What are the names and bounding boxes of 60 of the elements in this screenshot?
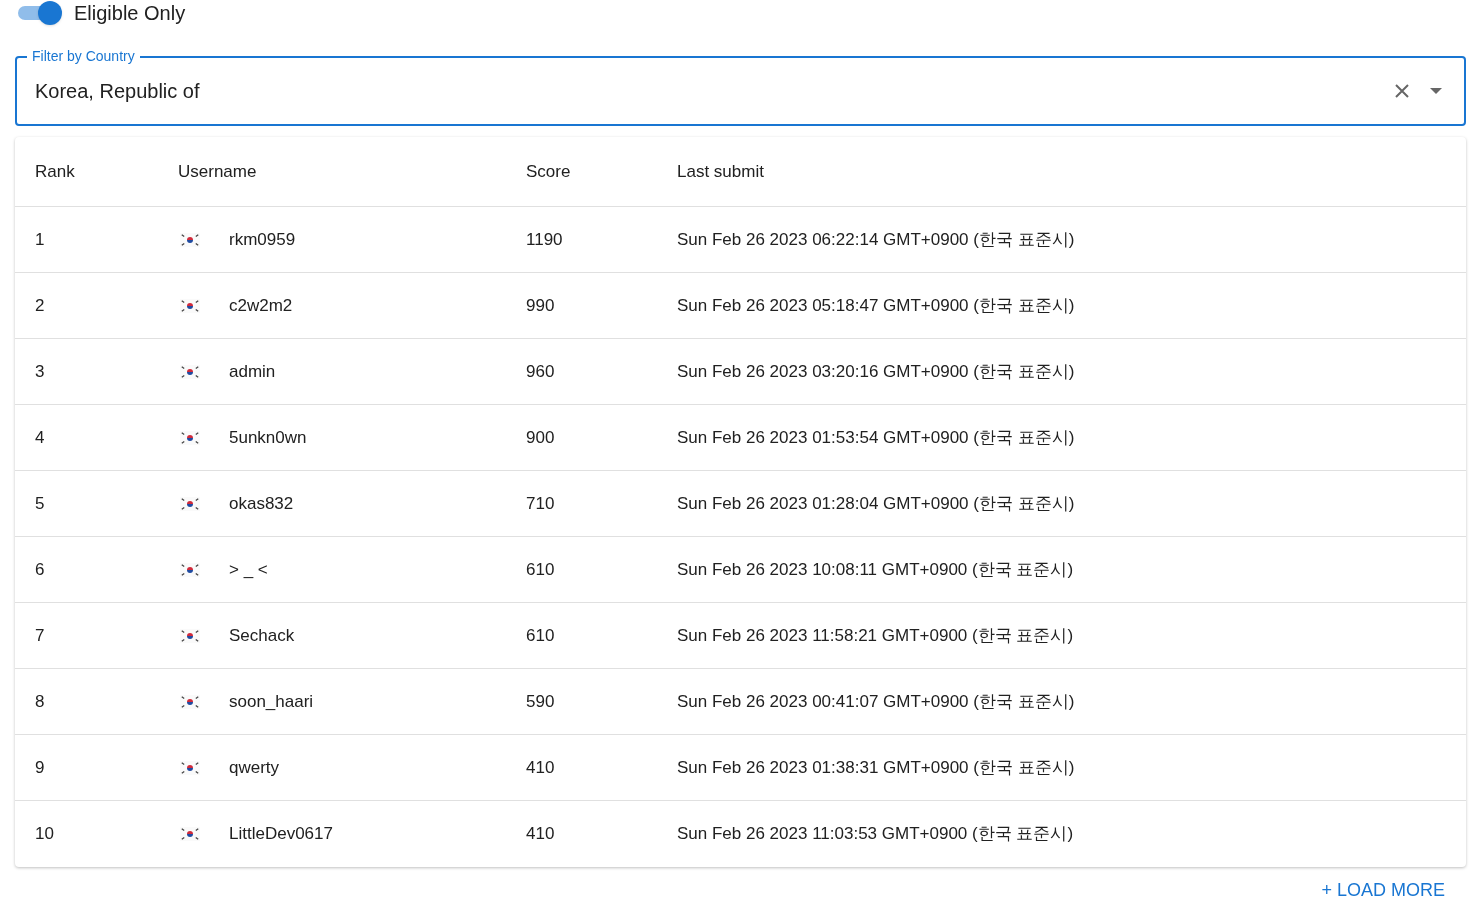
caret-icon[interactable] (1430, 88, 1442, 94)
username-cell-text: rkm0959 (229, 228, 296, 251)
username-cell-text: LittleDev0617 (229, 823, 333, 846)
flag-icon (180, 694, 200, 709)
flag-icon (180, 298, 200, 313)
score-cell-text: 610 (526, 558, 556, 581)
close-icon[interactable] (1394, 83, 1410, 99)
rank-cell-text: 5 (35, 492, 46, 515)
score-cell-text: 710 (526, 492, 556, 515)
username-cell-text: c2w2m2 (229, 294, 293, 317)
username-cell-text: admin (229, 360, 276, 383)
score-cell-text: 410 (526, 823, 556, 846)
last-submit-cell-text: Sun Feb 26 2023 03:20:16 GMT+0900 (한국 표준시) (677, 360, 1076, 383)
rank-cell-text: 1 (35, 228, 46, 251)
last-submit-cell-text: Sun Feb 26 2023 05:18:47 GMT+0900 (한국 표준시) (677, 294, 1076, 317)
rank-cell-text: 10 (35, 823, 55, 846)
username-cell-text: Sechack (229, 624, 295, 647)
rank-cell-text: 3 (35, 360, 46, 383)
last-submit-cell-text: Sun Feb 26 2023 01:38:31 GMT+0900 (한국 표준시) (677, 756, 1076, 779)
field-label: Filter by Country (27, 47, 140, 65)
score-cell-text: 960 (526, 360, 556, 383)
score-cell-text: 590 (526, 690, 556, 713)
username-cell-text: 5unkn0wn (229, 426, 307, 449)
last-submit-cell-text: Sun Feb 26 2023 01:53:54 GMT+0900 (한국 표준시) (677, 426, 1076, 449)
username-cell-text: > _ < (229, 558, 268, 581)
toggle-switch[interactable] (16, 1, 62, 25)
last-submit-cell-text: Sun Feb 26 2023 11:03:53 GMT+0900 (한국 표준시) (677, 823, 1075, 846)
column-header: Last submit (677, 160, 765, 183)
flag-icon (180, 232, 200, 247)
rank-cell-text: 2 (35, 294, 46, 317)
score-cell-text: 990 (526, 294, 556, 317)
rank-cell-text: 7 (35, 624, 46, 647)
last-submit-cell-text: Sun Feb 26 2023 10:08:11 GMT+0900 (한국 표준시) (677, 558, 1075, 581)
username-cell-text: soon_haari (229, 690, 314, 713)
last-submit-cell-text: Sun Feb 26 2023 11:58:21 GMT+0900 (한국 표준시) (677, 624, 1075, 647)
column-header: Score (526, 160, 572, 183)
last-submit-cell-text: Sun Feb 26 2023 06:22:14 GMT+0900 (한국 표준시) (677, 228, 1076, 251)
score-cell-text: 1190 (526, 228, 564, 251)
rank-cell-text: 4 (35, 426, 46, 449)
flag-icon (180, 496, 200, 511)
toggle-label: Eligible Only (74, 1, 186, 26)
score-cell-text: 610 (526, 624, 556, 647)
flag-icon (180, 364, 200, 379)
load-more-button[interactable]: + LOAD MORE (1321, 877, 1445, 904)
last-submit-cell-text: Sun Feb 26 2023 01:28:04 GMT+0900 (한국 표준시) (677, 492, 1076, 515)
flag-icon (180, 827, 200, 841)
rank-cell-text: 6 (35, 558, 46, 581)
username-cell-text: qwerty (229, 756, 280, 779)
rank-cell-text: 9 (35, 756, 46, 779)
username-cell-text: okas832 (229, 492, 294, 515)
flag-icon (180, 430, 200, 445)
score-cell-text: 410 (526, 756, 556, 779)
flag-icon (180, 628, 200, 643)
last-submit-cell-text: Sun Feb 26 2023 00:41:07 GMT+0900 (한국 표준시) (677, 690, 1076, 713)
flag-icon (180, 760, 200, 775)
rank-cell-text: 8 (35, 690, 46, 713)
column-header: Rank (35, 160, 76, 183)
column-header: Username (178, 160, 258, 183)
flag-icon (180, 562, 200, 577)
score-cell-text: 900 (526, 426, 556, 449)
